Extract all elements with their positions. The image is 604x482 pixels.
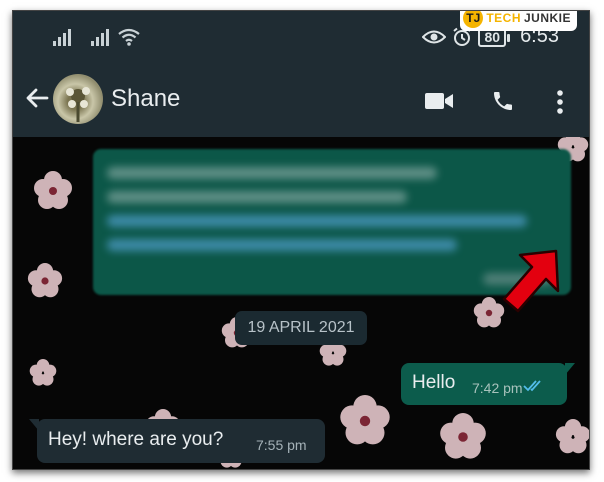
wifi-icon [118, 28, 140, 46]
bubble-tail [29, 419, 39, 431]
outgoing-message[interactable]: Hello 7:42 pm [401, 363, 575, 405]
signal-icon [53, 29, 71, 46]
incoming-message[interactable]: Hey! where are you? 7:55 pm [29, 419, 325, 463]
chat-area[interactable]: 19 APRIL 2021 Hello 7:42 pm Hey! where a… [13, 137, 589, 469]
message-time: 7:55 pm [256, 437, 307, 453]
message-text: Hey! where are you? [48, 429, 224, 450]
eye-icon [422, 30, 447, 43]
status-bar: 80 6:53 TJ TECH JUNKIE [13, 11, 589, 63]
red-pointer-arrow-icon [502, 249, 560, 313]
message-text: Hello [412, 372, 456, 393]
techjunkie-logo: TJ [463, 11, 484, 28]
phone-icon[interactable] [491, 89, 515, 113]
avatar-image [66, 87, 90, 122]
signal-icon [91, 29, 109, 46]
message-time: 7:42 pm [472, 380, 523, 396]
phone-screenshot: 80 6:53 TJ TECH JUNKIE Shane 19 APRIL 20… [12, 10, 590, 470]
contact-name[interactable]: Shane [111, 85, 180, 113]
watermark-text-tech: TECH [486, 11, 521, 25]
more-options-icon[interactable] [556, 89, 564, 115]
double-check-icon [523, 380, 541, 392]
back-arrow-icon[interactable] [25, 87, 49, 109]
date-divider: 19 APRIL 2021 [235, 311, 367, 345]
video-call-icon[interactable] [425, 91, 453, 111]
techjunkie-watermark: TJ TECH JUNKIE [460, 11, 577, 31]
bubble-tail [565, 363, 575, 375]
chat-header: Shane [13, 63, 589, 137]
avatar[interactable] [53, 74, 103, 124]
watermark-text-junkie: JUNKIE [523, 11, 571, 25]
